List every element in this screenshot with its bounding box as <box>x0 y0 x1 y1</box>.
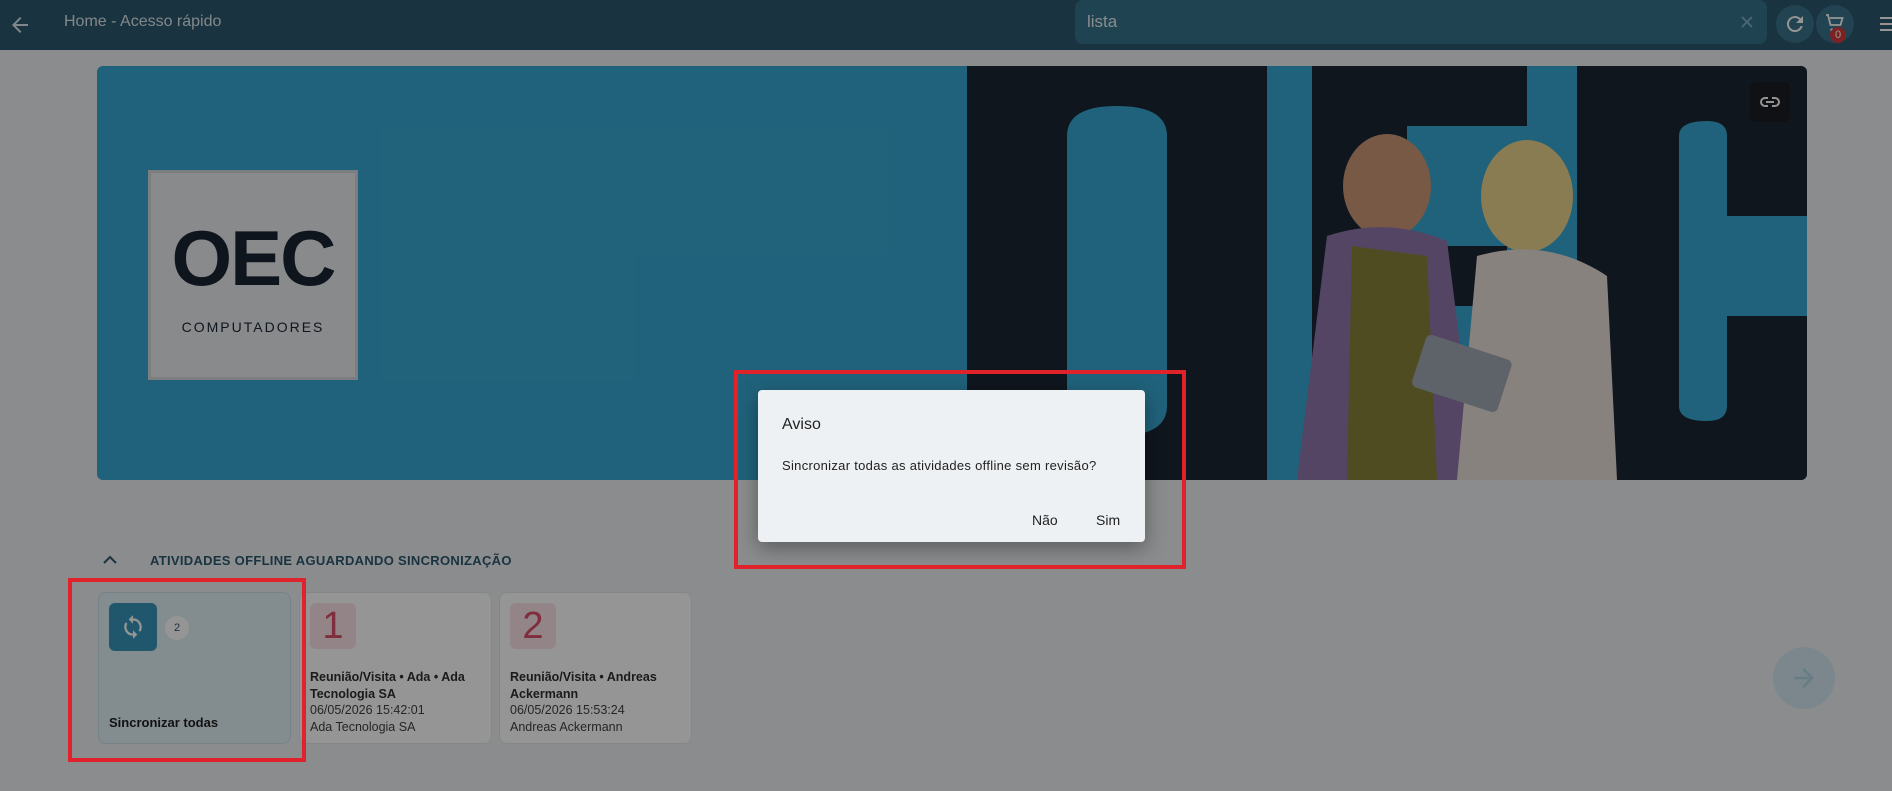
dialog-highlight-box <box>734 370 1186 569</box>
sync-card-highlight-box <box>68 578 306 762</box>
